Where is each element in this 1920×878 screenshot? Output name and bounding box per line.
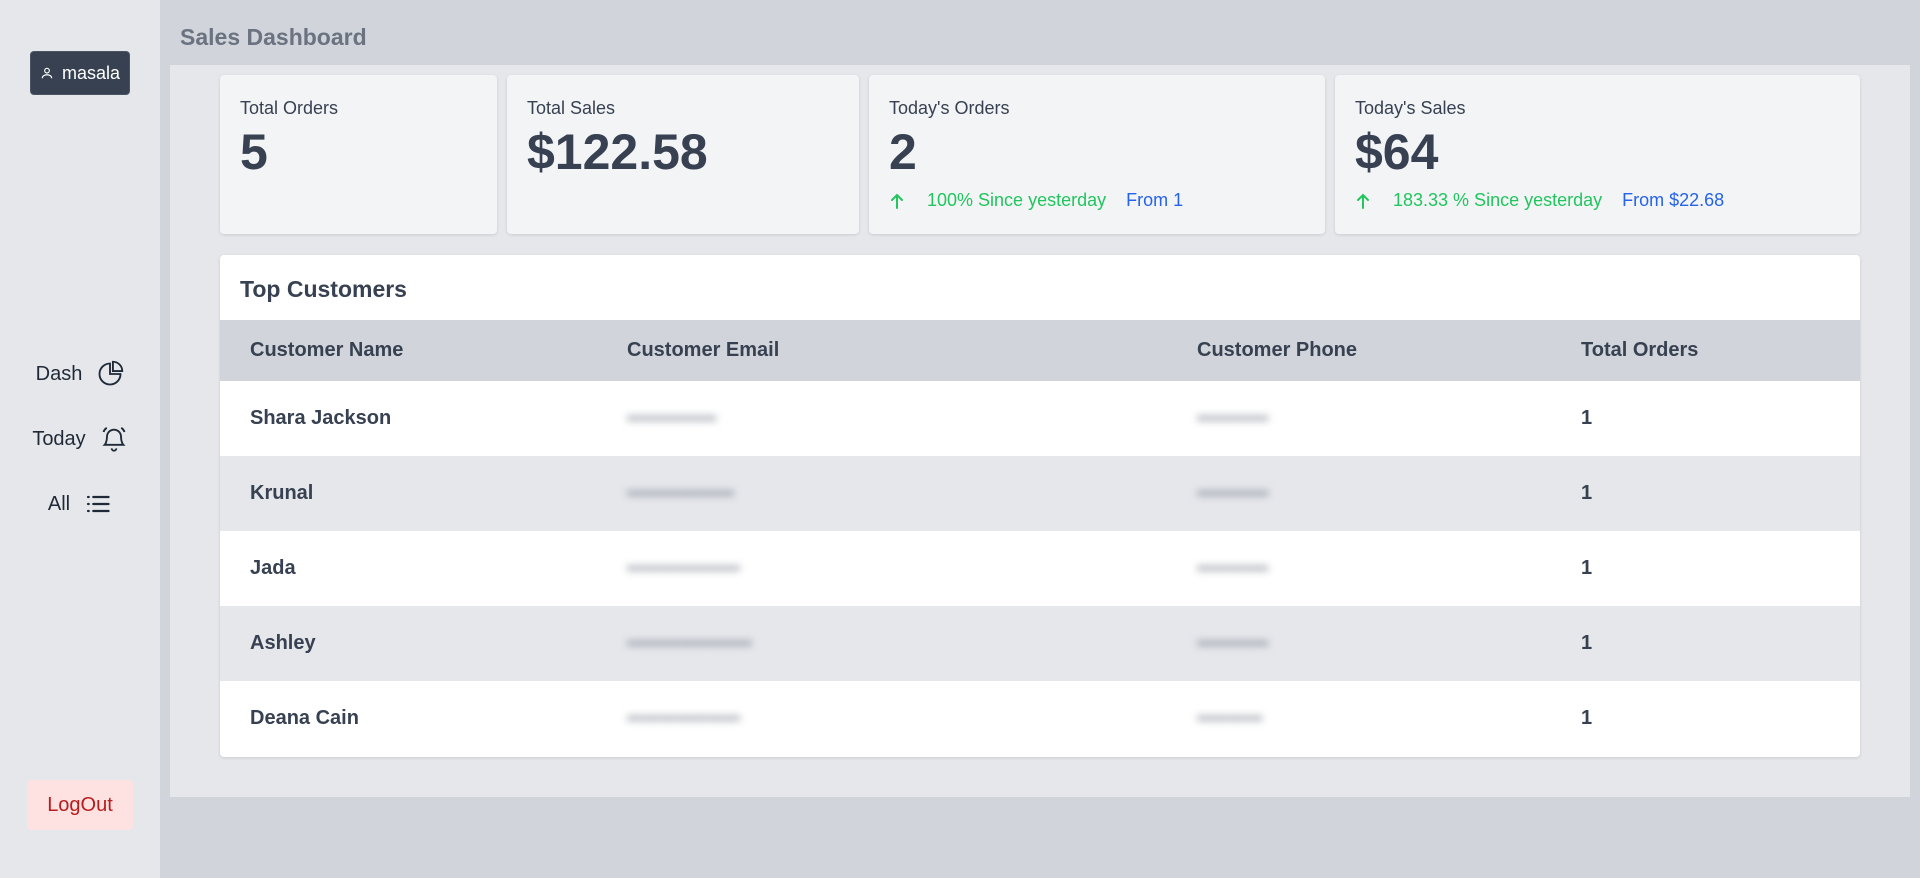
customer-total-orders: 1 [1581, 482, 1593, 504]
column-header-orders: Total Orders [1581, 339, 1699, 361]
customer-email-redacted: •••••••••••••••••• [627, 483, 735, 503]
bell-icon [102, 427, 126, 452]
customer-email-redacted: ••••••••••••••• [627, 408, 717, 428]
nav-item-today[interactable]: Today [0, 419, 160, 459]
table-row: Jada ••••••••••••••••••• •••••••••••• 1 [220, 531, 1860, 606]
stat-label: Total Orders [240, 98, 339, 118]
customer-phone-redacted: •••••••••••• [1197, 408, 1269, 428]
customer-name: Jada [250, 557, 296, 579]
nav-item-label: Today [32, 427, 86, 450]
user-name: masala [61, 62, 121, 83]
nav-item-label: Dash [35, 362, 83, 385]
logout-button[interactable]: LogOut [27, 780, 133, 830]
stat-change-percent: 100% Since yesterday [927, 190, 1107, 210]
customer-email-redacted: ••••••••••••••••••• [627, 708, 741, 728]
customer-phone-redacted: •••••••••••• [1197, 558, 1269, 578]
customer-phone-redacted: ••••••••••• [1197, 708, 1263, 728]
column-header-name: Customer Name [250, 339, 404, 361]
table-row: Ashley ••••••••••••••••••••• •••••••••••… [220, 606, 1860, 681]
stat-label: Today's Sales [1355, 98, 1466, 118]
top-customers-card: Top Customers Customer Name Customer Ema… [220, 255, 1860, 757]
stat-card-todays-sales: Today's Sales $64 183.33 % Since yesterd… [1335, 75, 1860, 234]
customer-name: Ashley [250, 632, 316, 654]
list-icon [87, 495, 110, 513]
stat-label: Total Sales [527, 98, 616, 118]
customer-phone-redacted: •••••••••••• [1197, 633, 1269, 653]
stat-card-total-orders: Total Orders 5 [220, 75, 497, 234]
customer-email-redacted: ••••••••••••••••••• [627, 558, 741, 578]
table-row: Deana Cain ••••••••••••••••••• •••••••••… [220, 681, 1860, 756]
stat-value: $64 [1355, 124, 1439, 180]
table-row: Krunal •••••••••••••••••• •••••••••••• 1 [220, 456, 1860, 531]
nav-item-all[interactable]: All [0, 484, 160, 524]
stat-change: 183.33 % Since yesterday From $22.68 [1355, 190, 1840, 211]
column-header-phone: Customer Phone [1197, 339, 1358, 361]
top-customers-title: Top Customers [240, 276, 407, 302]
table-header-row: Customer Name Customer Email Customer Ph… [220, 320, 1860, 381]
nav-item-label: All [47, 492, 71, 515]
nav-item-dash[interactable]: Dash [0, 354, 160, 394]
sidebar: masala Dash Today All LogOut [0, 0, 160, 878]
column-header-email: Customer Email [627, 339, 780, 361]
top-customers-table: Customer Name Customer Email Customer Ph… [220, 320, 1860, 756]
customer-name: Krunal [250, 482, 314, 504]
customer-total-orders: 1 [1581, 632, 1593, 654]
customer-total-orders: 1 [1581, 557, 1593, 579]
customer-total-orders: 1 [1581, 707, 1593, 729]
stat-value: 2 [889, 124, 917, 180]
stat-label: Today's Orders [889, 98, 1010, 118]
stat-card-total-sales: Total Sales $122.58 [507, 75, 859, 234]
pie-chart-icon [98, 360, 124, 386]
stat-value: 5 [240, 124, 268, 180]
user-icon [41, 67, 53, 79]
arrow-up-icon [891, 193, 903, 209]
table-row: Shara Jackson ••••••••••••••• ••••••••••… [220, 381, 1860, 456]
customer-phone-redacted: •••••••••••• [1197, 483, 1269, 503]
customer-name: Shara Jackson [250, 407, 392, 429]
user-badge[interactable]: masala [30, 51, 130, 95]
arrow-up-icon [1357, 193, 1369, 209]
customer-email-redacted: ••••••••••••••••••••• [627, 633, 752, 653]
stat-value: $122.58 [527, 124, 708, 180]
stat-change: 100% Since yesterday From 1 [889, 190, 1305, 211]
customer-total-orders: 1 [1581, 407, 1593, 429]
page-title: Sales Dashboard [180, 24, 367, 50]
stat-card-todays-orders: Today's Orders 2 100% Since yesterday Fr… [869, 75, 1325, 234]
stat-change-percent: 183.33 % Since yesterday [1393, 190, 1603, 210]
stat-change-from: From $22.68 [1622, 190, 1725, 210]
stat-change-from: From 1 [1126, 190, 1184, 210]
customer-name: Deana Cain [250, 707, 359, 729]
